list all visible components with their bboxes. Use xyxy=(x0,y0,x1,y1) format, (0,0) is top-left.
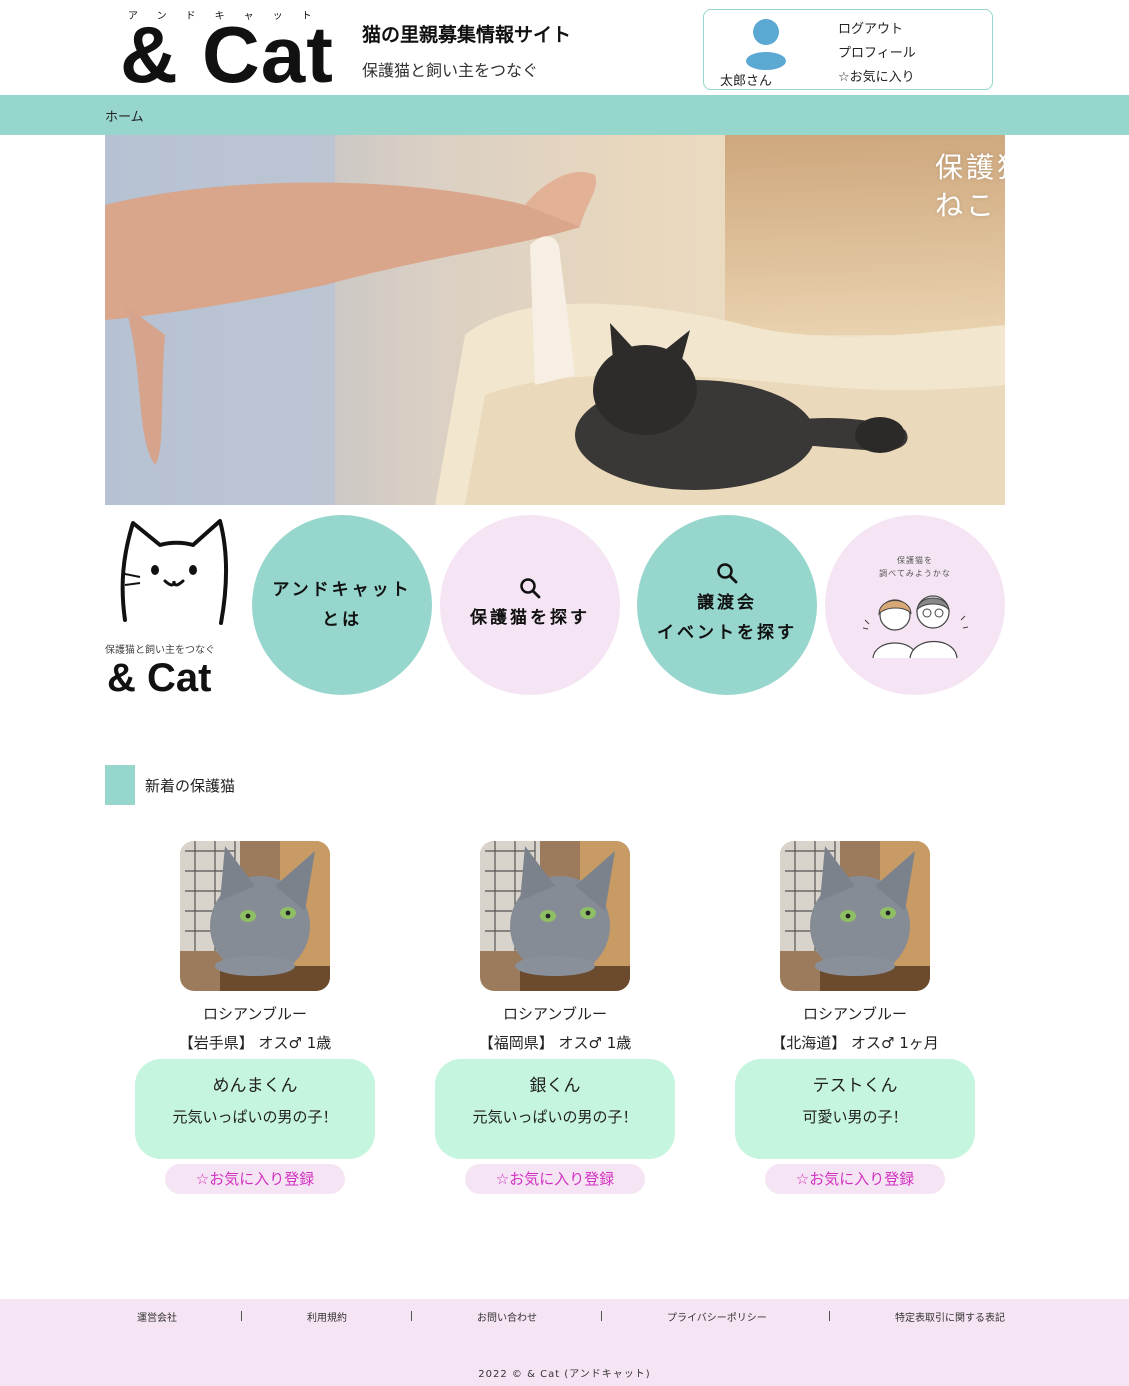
footer-divider xyxy=(601,1311,602,1321)
cat-photo[interactable] xyxy=(180,841,330,991)
search-cats-button[interactable]: 保護猫を探す xyxy=(440,515,620,695)
footer-link-contact[interactable]: お問い合わせ xyxy=(477,1309,537,1324)
cat-intro-bubble: 銀くん 元気いっぱいの男の子！ xyxy=(435,1059,675,1159)
footer-link-terms[interactable]: 利用規約 xyxy=(307,1309,347,1324)
search-cats-label: 保護猫を探す xyxy=(470,608,590,628)
cat-card[interactable]: ロシアンブルー 【岩手県】 オス♂ 1歳 めんまくん 元気いっぱいの男の子！ ☆… xyxy=(135,841,375,1196)
hero-caption: 保護猫 ねこ xyxy=(935,151,1005,222)
user-menu: ログアウト プロフィール ☆お気に入り xyxy=(838,18,916,90)
cat-photo-image xyxy=(780,841,930,991)
about-andcat-button[interactable]: アンドキャット とは xyxy=(252,515,432,695)
add-favorite-button[interactable]: ☆お気に入り登録 xyxy=(465,1164,645,1194)
footer-link-company[interactable]: 運営会社 xyxy=(137,1309,177,1324)
site-footer: 運営会社 利用規約 お問い合わせ プライバシーポリシー 特定表取引に関する表記 … xyxy=(0,1299,1129,1386)
cat-breed: ロシアンブルー xyxy=(503,1005,607,1023)
cat-message: 元気いっぱいの男の子！ xyxy=(172,1108,338,1126)
brand-tagline: 保護猫と飼い主をつなぐ xyxy=(105,645,215,656)
site-header: アンドキャット & Cat 猫の里親募集情報サイト 保護猫と飼い主をつなぐ 太郎… xyxy=(0,0,1129,98)
hero-image xyxy=(105,135,1005,505)
cat-message: 可愛い男の子！ xyxy=(802,1108,908,1126)
search-events-label: 譲渡会 イベントを探す xyxy=(657,593,797,643)
couple-illustration-icon xyxy=(862,595,969,659)
profile-link[interactable]: プロフィール xyxy=(838,42,916,66)
cat-photo-image xyxy=(480,841,630,991)
cat-breed: ロシアンブルー xyxy=(803,1005,907,1023)
footer-links: 運営会社 利用規約 お問い合わせ プライバシーポリシー 特定表取引に関する表記 xyxy=(0,1309,1129,1325)
favorites-link[interactable]: ☆お気に入り xyxy=(838,66,916,90)
hero-banner: 保護猫 ねこ xyxy=(105,135,1005,505)
cat-info: 【福岡県】 オス♂ 1歳 xyxy=(478,1034,632,1052)
illustration-caption: 保護猫を 調べてみようかな xyxy=(879,556,951,578)
breadcrumb-home[interactable]: ホーム xyxy=(105,106,144,125)
cat-card[interactable]: ロシアンブルー 【北海道】 オス♂ 1ヶ月 テストくん 可愛い男の子！ ☆お気に… xyxy=(735,841,975,1196)
footer-divider xyxy=(241,1311,242,1321)
brand-card: 保護猫と飼い主をつなぐ & Cat xyxy=(105,515,240,700)
cat-intro-bubble: めんまくん 元気いっぱいの男の子！ xyxy=(135,1059,375,1159)
cat-card[interactable]: ロシアンブルー 【福岡県】 オス♂ 1歳 銀くん 元気いっぱいの男の子！ ☆お気… xyxy=(435,841,675,1196)
footer-link-legal[interactable]: 特定表取引に関する表記 xyxy=(895,1309,1005,1324)
cat-name: テストくん xyxy=(812,1076,898,1096)
footer-divider xyxy=(829,1311,830,1321)
search-icon xyxy=(717,563,738,584)
cat-photo[interactable] xyxy=(780,841,930,991)
cat-name: 銀くん xyxy=(529,1076,581,1096)
cat-face-logo-icon xyxy=(120,519,229,625)
section-title: 新着の保護猫 xyxy=(145,777,236,795)
logout-link[interactable]: ログアウト xyxy=(838,18,916,42)
user-name: 太郎さん xyxy=(720,74,773,89)
search-icon xyxy=(520,578,541,599)
site-subtitle: 保護猫と飼い主をつなぐ xyxy=(362,61,539,80)
copyright: 2022 © & Cat (アンドキャット) xyxy=(478,1369,651,1380)
footer-link-privacy[interactable]: プライバシーポリシー xyxy=(667,1309,767,1324)
footer-divider xyxy=(411,1311,412,1321)
cat-message: 元気いっぱいの男の子！ xyxy=(472,1108,638,1126)
logo-text: & Cat xyxy=(120,10,334,99)
section-marker xyxy=(105,765,135,805)
user-avatar-icon xyxy=(746,19,786,70)
illustration-circle[interactable]: 保護猫を 調べてみようかな xyxy=(825,515,1005,695)
user-panel: 太郎さん ログアウト プロフィール ☆お気に入り xyxy=(703,9,993,90)
search-events-button[interactable]: 譲渡会 イベントを探す xyxy=(637,515,817,695)
site-logo[interactable]: アンドキャット & Cat xyxy=(118,4,350,98)
cat-info: 【岩手県】 オス♂ 1歳 xyxy=(178,1034,332,1052)
about-andcat-label: アンドキャット とは xyxy=(272,580,412,630)
site-title: 猫の里親募集情報サイト xyxy=(362,24,572,46)
breadcrumb-bar: ホーム xyxy=(0,95,1129,135)
cat-intro-bubble: テストくん 可愛い男の子！ xyxy=(735,1059,975,1159)
cat-breed: ロシアンブルー xyxy=(203,1005,307,1023)
cat-photo-image xyxy=(180,841,330,991)
cat-photo[interactable] xyxy=(480,841,630,991)
cat-info: 【北海道】 オス♂ 1ヶ月 xyxy=(771,1034,939,1052)
add-favorite-button[interactable]: ☆お気に入り登録 xyxy=(165,1164,345,1194)
cat-name: めんまくん xyxy=(212,1076,298,1096)
brand-name: & Cat xyxy=(107,656,212,700)
add-favorite-button[interactable]: ☆お気に入り登録 xyxy=(765,1164,945,1194)
